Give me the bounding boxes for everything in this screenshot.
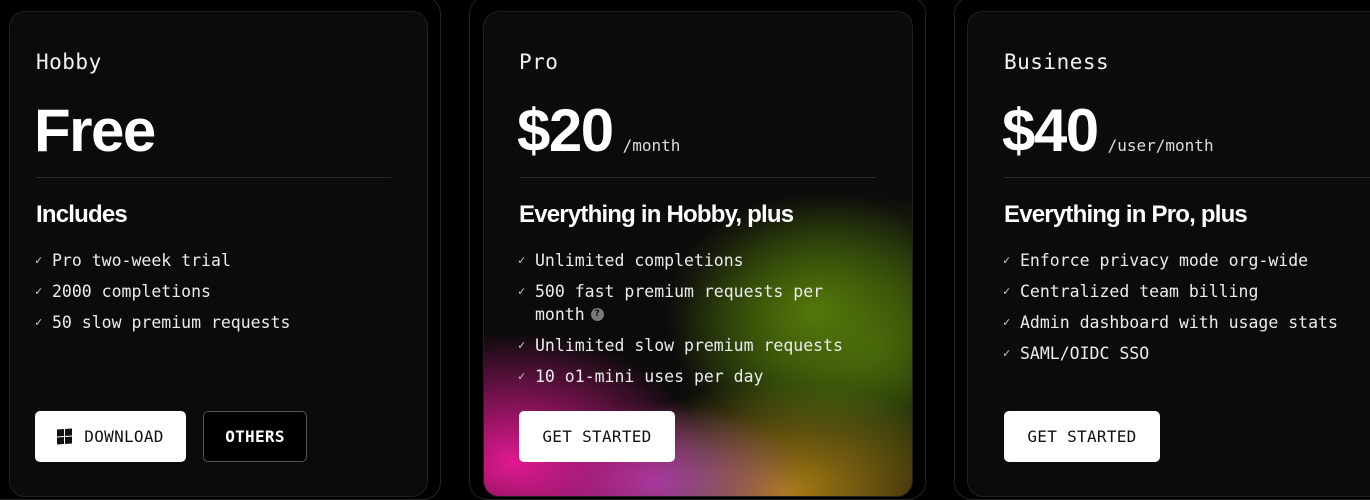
feature-item: ✓ Unlimited completions: [518, 249, 843, 272]
feature-item: ✓ 2000 completions: [35, 280, 290, 303]
feature-item: ✓ Admin dashboard with usage stats: [1003, 311, 1338, 334]
check-icon: ✓: [35, 253, 43, 267]
feature-item: ✓ 500 fast premium requests per month?: [518, 280, 843, 326]
plan-card-business: Business $40 /user/month Everything in P…: [967, 11, 1370, 497]
others-button[interactable]: OTHERS: [203, 411, 307, 462]
divider: [519, 177, 876, 178]
price-row: Free: [34, 96, 156, 165]
price-unit: /user/month: [1107, 136, 1214, 155]
download-button-label: DOWNLOAD: [84, 427, 164, 446]
feature-item: ✓ Unlimited slow premium requests: [518, 334, 843, 357]
feature-list: ✓ Unlimited completions ✓ 500 fast premi…: [518, 249, 843, 396]
check-icon: ✓: [1003, 284, 1011, 298]
get-started-label: GET STARTED: [542, 427, 652, 446]
check-icon: ✓: [1003, 253, 1011, 267]
download-button[interactable]: DOWNLOAD: [35, 411, 186, 462]
feature-text: Unlimited slow premium requests: [535, 336, 843, 355]
features-heading: Includes: [36, 201, 128, 228]
feature-text: Admin dashboard with usage stats: [1020, 313, 1338, 332]
plan-name: Hobby: [36, 50, 102, 74]
feature-list: ✓ Enforce privacy mode org-wide ✓ Centra…: [1003, 249, 1338, 373]
feature-item: ✓ 10 o1-mini uses per day: [518, 365, 843, 388]
price-row: $40 /user/month: [1002, 96, 1214, 165]
others-button-label: OTHERS: [225, 427, 285, 446]
feature-text: Centralized team billing: [1020, 282, 1259, 301]
check-icon: ✓: [518, 369, 526, 383]
windows-icon: [57, 428, 73, 445]
check-icon: ✓: [518, 284, 526, 298]
plan-name: Pro: [519, 50, 559, 74]
feature-list: ✓ Pro two-week trial ✓ 2000 completions …: [35, 249, 290, 342]
feature-item: ✓ Pro two-week trial: [35, 249, 290, 272]
divider: [1004, 177, 1370, 178]
divider: [36, 177, 391, 178]
feature-text-line: 500 fast premium requests per: [535, 282, 824, 301]
plan-name: Business: [1004, 50, 1110, 74]
feature-item: ✓ Centralized team billing: [1003, 280, 1338, 303]
feature-text: 10 o1-mini uses per day: [535, 367, 764, 386]
feature-item: ✓ Enforce privacy mode org-wide: [1003, 249, 1338, 272]
features-heading: Everything in Hobby, plus: [519, 201, 794, 228]
info-icon[interactable]: ?: [590, 308, 604, 321]
price-row: $20 /month: [517, 96, 680, 165]
get-started-button[interactable]: GET STARTED: [1004, 411, 1160, 462]
feature-text-line: month: [535, 305, 585, 324]
plan-card-hobby: Hobby Free Includes ✓ Pro two-week trial…: [9, 11, 428, 497]
check-icon: ✓: [518, 253, 526, 267]
plan-card-pro: Pro $20 /month Everything in Hobby, plus…: [483, 11, 913, 497]
feature-text: Pro two-week trial: [52, 251, 231, 270]
feature-item: ✓ SAML/OIDC SSO: [1003, 342, 1338, 365]
feature-text: Unlimited completions: [535, 251, 744, 270]
features-heading: Everything in Pro, plus: [1004, 201, 1248, 228]
check-icon: ✓: [518, 338, 526, 352]
feature-text: 50 slow premium requests: [52, 313, 291, 332]
check-icon: ✓: [35, 284, 43, 298]
feature-text: 2000 completions: [52, 282, 211, 301]
check-icon: ✓: [35, 315, 43, 329]
plan-price: $40: [1002, 97, 1099, 164]
get-started-button[interactable]: GET STARTED: [519, 411, 675, 462]
plan-price: Free: [34, 97, 156, 164]
check-icon: ✓: [1003, 346, 1011, 360]
feature-text: 500 fast premium requests per month?: [535, 280, 823, 326]
get-started-label: GET STARTED: [1027, 427, 1137, 446]
feature-item: ✓ 50 slow premium requests: [35, 311, 290, 334]
plan-price: $20: [517, 97, 614, 164]
feature-text: SAML/OIDC SSO: [1020, 344, 1150, 363]
check-icon: ✓: [1003, 315, 1011, 329]
price-unit: /month: [622, 136, 681, 155]
feature-text: Enforce privacy mode org-wide: [1020, 251, 1309, 270]
